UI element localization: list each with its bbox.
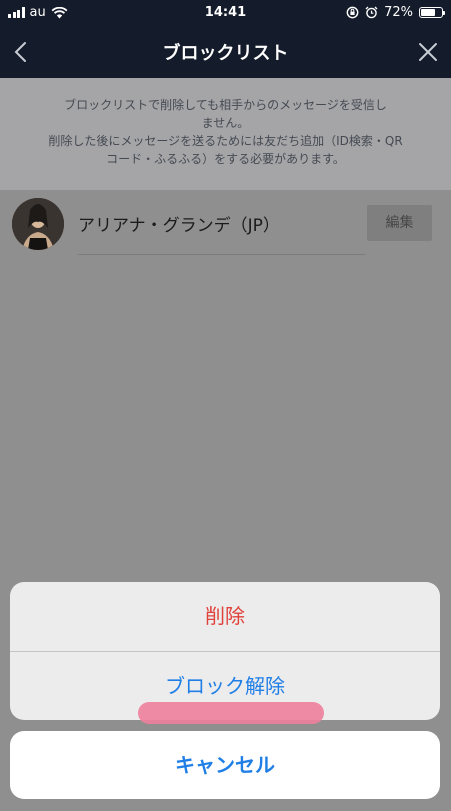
avatar-image (12, 198, 64, 250)
nav-bar: ブロックリスト (0, 26, 451, 78)
list-item[interactable]: アリアナ・グランデ（JP） 編集 (0, 190, 451, 258)
notice-line-3: 削除した後にメッセージを送るためには友だち追加（ID検索・QR (48, 134, 403, 148)
action-sheet: 削除 ブロック解除 (10, 582, 440, 720)
close-button[interactable] (415, 39, 441, 65)
contact-name: アリアナ・グランデ（JP） (78, 216, 280, 236)
rotation-lock-icon (346, 6, 359, 19)
row-divider (78, 254, 366, 255)
battery-percent: 72% (384, 5, 413, 20)
notice-text: ブロックリストで削除しても相手からのメッセージを受信し ません。 削除した後にメ… (20, 96, 431, 168)
battery-fill (421, 9, 435, 16)
notice-line-4: コード・ふるふる）をする必要があります。 (106, 152, 345, 166)
status-right: 72% (346, 5, 445, 20)
status-bar: au 14:41 72% (0, 0, 451, 26)
avatar (12, 198, 64, 250)
page-title: ブロックリスト (162, 43, 289, 64)
battery-icon (419, 7, 445, 18)
info-notice: ブロックリストで削除しても相手からのメッセージを受信し ません。 削除した後にメ… (0, 78, 451, 190)
notice-line-1: ブロックリストで削除しても相手からのメッセージを受信し (64, 98, 387, 112)
cancel-button[interactable]: キャンセル (10, 731, 440, 799)
edit-button[interactable]: 編集 (367, 205, 432, 241)
highlight-marker (138, 702, 324, 724)
delete-button[interactable]: 削除 (10, 582, 440, 651)
notice-line-2: ません。 (201, 116, 250, 130)
alarm-icon (365, 6, 378, 19)
